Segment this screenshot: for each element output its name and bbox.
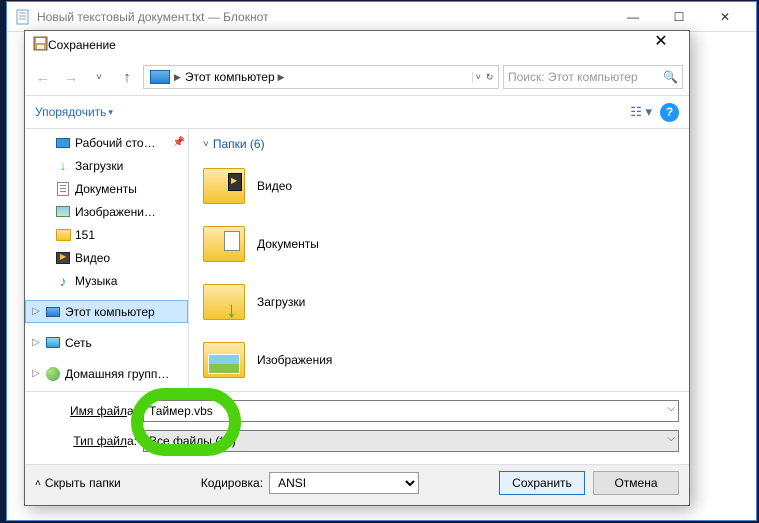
minimize-button[interactable]: — bbox=[610, 2, 656, 32]
tree-item-151[interactable]: 151 bbox=[25, 223, 188, 246]
search-input[interactable]: Поиск: Этот компьютер 🔍 bbox=[503, 65, 683, 89]
chevron-right-icon: ▶ bbox=[278, 72, 285, 83]
hide-folders-button[interactable]: ˄ Скрыть папки bbox=[35, 476, 121, 490]
filename-label: Имя файла: bbox=[35, 404, 143, 418]
address-bar[interactable]: ▶ Этот компьютер ▶ ˅ ↻ bbox=[143, 65, 499, 89]
expand-icon[interactable]: ▷ bbox=[31, 337, 41, 348]
cancel-button[interactable]: Отмена bbox=[593, 471, 679, 495]
search-icon: 🔍 bbox=[663, 70, 678, 84]
save-dialog: Сохранение ✕ ← → ˅ ↑ ▶ Этот компьютер ▶ … bbox=[24, 30, 690, 506]
encoding-select[interactable]: ANSI bbox=[269, 472, 419, 494]
folder-icon: ↓ bbox=[203, 284, 245, 320]
sidebar-tree: Рабочий сто…📌 Загрузки Документы Изображ… bbox=[25, 129, 189, 391]
folders-heading[interactable]: ˅Папки (6) bbox=[203, 137, 675, 151]
chevron-down-icon: ▾ bbox=[108, 107, 113, 118]
filename-input[interactable] bbox=[143, 400, 679, 422]
folder-item-documents[interactable]: Документы bbox=[203, 219, 675, 269]
filename-pane: Имя файла: ⌵ Тип файла: Все файлы (*.*) … bbox=[25, 391, 689, 464]
notepad-titlebar: Новый текстовый документ.txt — Блокнот —… bbox=[7, 2, 756, 32]
tree-item-downloads[interactable]: Загрузки bbox=[25, 154, 188, 177]
tree-item-homegroup[interactable]: ▷Домашняя групп… bbox=[25, 362, 188, 385]
pin-icon: 📌 bbox=[173, 137, 188, 148]
tree-item-music[interactable]: ♪Музыка bbox=[25, 269, 188, 292]
dialog-titlebar: Сохранение ✕ bbox=[25, 31, 689, 59]
pc-icon bbox=[46, 307, 60, 317]
tree-item-desktop[interactable]: Рабочий сто…📌 bbox=[25, 131, 188, 154]
breadcrumb-text: Этот компьютер bbox=[185, 70, 275, 84]
toolbar: Упорядочить ▾ ☷ ▾ ? bbox=[25, 95, 689, 129]
pc-icon bbox=[150, 70, 170, 84]
folder-icon bbox=[203, 342, 245, 378]
chevron-right-icon: ▶ bbox=[174, 72, 181, 83]
content-pane: ˅Папки (6) Видео Документы ↓ Загрузки Из… bbox=[189, 129, 689, 391]
download-icon bbox=[55, 158, 71, 174]
folder-item-images[interactable]: Изображения bbox=[203, 335, 675, 385]
folder-item-downloads[interactable]: ↓ Загрузки bbox=[203, 277, 675, 327]
network-icon bbox=[46, 337, 60, 348]
video-icon bbox=[56, 252, 70, 264]
breadcrumb-segment[interactable]: Этот компьютер ▶ bbox=[181, 70, 289, 84]
tree-item-this-pc[interactable]: ▷Этот компьютер bbox=[25, 300, 188, 323]
dialog-title: Сохранение bbox=[48, 38, 641, 52]
expand-icon[interactable]: ▷ bbox=[31, 306, 41, 317]
homegroup-icon bbox=[46, 367, 60, 381]
view-options-button[interactable]: ☷ ▾ bbox=[622, 102, 660, 122]
recent-locations-button[interactable]: ˅ bbox=[87, 65, 111, 89]
organize-button[interactable]: Упорядочить ▾ bbox=[35, 105, 113, 119]
encoding-label: Кодировка: bbox=[201, 476, 263, 490]
notepad-title: Новый текстовый документ.txt — Блокнот bbox=[37, 10, 610, 24]
folder-icon bbox=[203, 226, 245, 262]
nav-bar: ← → ˅ ↑ ▶ Этот компьютер ▶ ˅ ↻ Поиск: Эт… bbox=[25, 59, 689, 95]
folder-icon bbox=[203, 168, 245, 204]
music-icon: ♪ bbox=[55, 273, 71, 289]
back-button[interactable]: ← bbox=[31, 65, 55, 89]
search-placeholder: Поиск: Этот компьютер bbox=[508, 70, 638, 84]
notepad-icon bbox=[15, 9, 31, 25]
filetype-label: Тип файла: bbox=[35, 434, 143, 448]
dialog-close-button[interactable]: ✕ bbox=[641, 31, 681, 59]
folder-item-video[interactable]: Видео bbox=[203, 161, 675, 211]
tree-item-video[interactable]: Видео bbox=[25, 246, 188, 269]
filetype-combo[interactable]: Все файлы (*.*) bbox=[143, 430, 679, 452]
folder-icon bbox=[56, 229, 71, 241]
chevron-up-icon: ˄ bbox=[35, 478, 41, 489]
tree-item-network[interactable]: ▷Сеть bbox=[25, 331, 188, 354]
help-button[interactable]: ? bbox=[660, 103, 679, 122]
action-bar: ˄ Скрыть папки Кодировка: ANSI Сохранить… bbox=[25, 464, 689, 505]
document-icon bbox=[57, 182, 69, 196]
expand-icon[interactable]: ▷ bbox=[31, 368, 41, 379]
chevron-down-icon: ˅ bbox=[203, 139, 209, 150]
save-button[interactable]: Сохранить bbox=[499, 471, 585, 495]
image-icon bbox=[56, 206, 70, 217]
tree-item-images[interactable]: Изображени… bbox=[25, 200, 188, 223]
maximize-button[interactable]: ☐ bbox=[656, 2, 702, 32]
close-button[interactable]: ✕ bbox=[702, 2, 748, 32]
save-icon bbox=[33, 36, 48, 54]
tree-item-documents[interactable]: Документы bbox=[25, 177, 188, 200]
refresh-button[interactable]: ˅ ↻ bbox=[472, 72, 496, 83]
organize-label: Упорядочить bbox=[35, 105, 106, 119]
forward-button[interactable]: → bbox=[59, 65, 83, 89]
up-button[interactable]: ↑ bbox=[115, 65, 139, 89]
